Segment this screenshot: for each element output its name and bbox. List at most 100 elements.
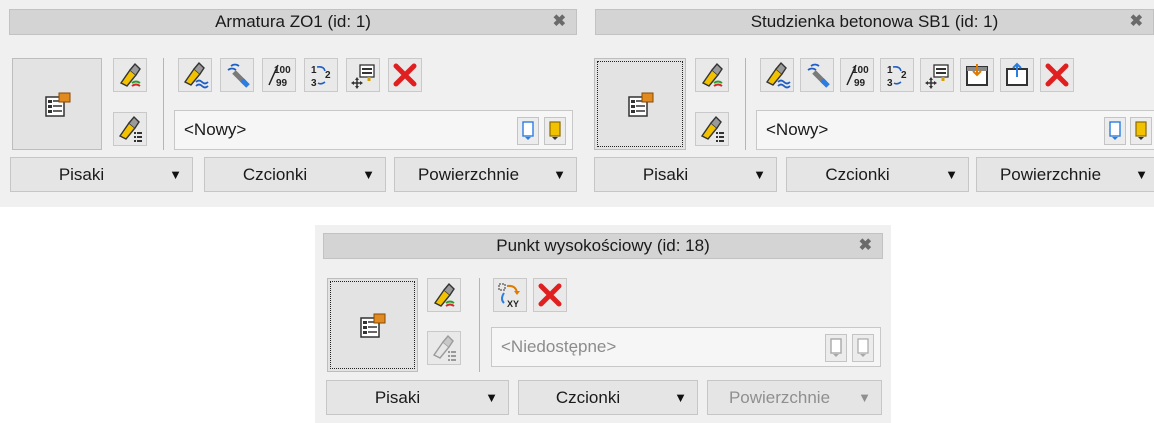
delete-icon (538, 283, 562, 307)
svg-text:1: 1 (311, 65, 317, 76)
save-style-button[interactable] (517, 117, 539, 145)
chevron-down-icon: ▼ (674, 390, 687, 405)
chevron-down-icon: ▼ (169, 167, 182, 182)
panel-title: Studzienka betonowa SB1 (id: 1) (750, 12, 999, 31)
powierzchnie-dropdown[interactable]: Powierzchnie ▼ (394, 157, 577, 192)
svg-text:2: 2 (901, 70, 907, 81)
pisaki-label: Pisaki (58, 165, 105, 184)
toolbar-separator (479, 278, 480, 372)
brush-line-button[interactable] (800, 58, 834, 92)
load-style-icon (857, 338, 869, 357)
chevron-down-icon: ▼ (858, 390, 871, 405)
renumber-button[interactable]: 1 2 3 (304, 58, 338, 92)
style-name-value: <Nowy> (184, 120, 247, 139)
pisaki-dropdown[interactable]: Pisaki ▼ (326, 380, 509, 415)
close-icon[interactable]: ✖ (553, 10, 566, 34)
chevron-down-icon: ▼ (945, 167, 958, 182)
svg-text:2: 2 (325, 70, 331, 81)
brush-list-button[interactable] (113, 112, 147, 146)
style-name-field[interactable]: <Nowy> (756, 110, 1154, 150)
panel-title: Armatura ZO1 (id: 1) (215, 12, 371, 31)
chevron-down-icon: ▼ (1135, 167, 1148, 182)
powierzchnie-label: Powierzchnie (999, 165, 1102, 184)
move-text-icon (351, 64, 375, 89)
properties-icon (628, 92, 654, 117)
object-properties-button[interactable] (594, 58, 686, 150)
chevron-down-icon: ▼ (753, 167, 766, 182)
delete-button[interactable] (1040, 58, 1074, 92)
frame-out-icon (1006, 62, 1028, 86)
delete-button[interactable] (533, 278, 567, 312)
load-style-button[interactable] (1130, 117, 1152, 145)
xy-transform-button[interactable]: XY (493, 278, 527, 312)
brush-list-button[interactable] (427, 331, 461, 365)
toolbar-separator (163, 58, 164, 150)
properties-icon (45, 92, 71, 117)
brush-wave-icon (765, 61, 791, 89)
toolbar-separator (745, 58, 746, 150)
close-icon[interactable]: ✖ (1130, 10, 1143, 34)
czcionki-dropdown[interactable]: Czcionki ▼ (204, 157, 386, 192)
svg-text:XY: XY (507, 299, 519, 309)
properties-panel-armatura: Armatura ZO1 (id: 1) ✖ 100 99 1 2 3 <Now… (0, 0, 586, 207)
frame-in-button[interactable] (960, 58, 994, 92)
object-properties-button[interactable] (327, 278, 418, 372)
brush-line-icon (227, 63, 250, 88)
czcionki-label: Czcionki (825, 165, 890, 184)
brush-line-button[interactable] (220, 58, 254, 92)
brush-list-icon (118, 115, 142, 142)
load-style-button[interactable] (544, 117, 566, 145)
number-format-button[interactable]: 100 99 (262, 58, 296, 92)
move-text-button[interactable] (920, 58, 954, 92)
powierzchnie-label: Powierzchnie (728, 388, 831, 407)
svg-text:3: 3 (887, 78, 893, 89)
brush-list-button[interactable] (695, 112, 729, 146)
number-format-button[interactable]: 100 99 (840, 58, 874, 92)
brush-line-icon (807, 63, 830, 88)
brush-color-icon (119, 62, 141, 87)
renumber-icon: 1 2 3 (887, 65, 907, 89)
move-text-button[interactable] (346, 58, 380, 92)
move-text-icon (925, 64, 949, 89)
close-icon[interactable]: ✖ (859, 234, 872, 258)
save-style-icon (830, 338, 842, 357)
number-format-icon: 100 99 (846, 64, 869, 89)
object-properties-button[interactable] (12, 58, 102, 150)
czcionki-label: Czcionki (242, 165, 308, 184)
delete-button[interactable] (388, 58, 422, 92)
load-style-icon (1135, 121, 1147, 140)
renumber-button[interactable]: 1 2 3 (880, 58, 914, 92)
style-name-value: <Nowy> (766, 120, 829, 139)
brush-wave-button[interactable] (760, 58, 794, 92)
pisaki-dropdown[interactable]: Pisaki ▼ (10, 157, 193, 192)
chevron-down-icon: ▼ (362, 167, 375, 182)
panel-titlebar: Studzienka betonowa SB1 (id: 1) ✖ (595, 9, 1154, 35)
brush-color-button[interactable] (113, 58, 147, 92)
brush-color-icon (433, 282, 455, 307)
svg-text:99: 99 (854, 78, 866, 89)
load-style-icon (549, 121, 561, 140)
czcionki-dropdown[interactable]: Czcionki ▼ (518, 380, 698, 415)
pisaki-dropdown[interactable]: Pisaki ▼ (594, 157, 777, 192)
number-format-icon: 100 99 (268, 64, 291, 89)
brush-color-button[interactable] (427, 278, 461, 312)
brush-color-icon (701, 62, 723, 87)
frame-out-button[interactable] (1000, 58, 1034, 92)
panel-title: Punkt wysokościowy (id: 18) (496, 236, 710, 255)
properties-panel-studzienka: Studzienka betonowa SB1 (id: 1) ✖ 100 99… (586, 0, 1154, 207)
pisaki-label: Pisaki (642, 165, 689, 184)
style-name-field[interactable]: <Nowy> (174, 110, 573, 150)
style-name-value: <Niedostępne> (501, 337, 617, 356)
save-style-icon (522, 121, 534, 140)
brush-list-icon (700, 115, 724, 142)
pisaki-label: Pisaki (374, 388, 421, 407)
powierzchnie-dropdown[interactable]: Powierzchnie ▼ (976, 157, 1154, 192)
save-style-button (825, 334, 847, 362)
panel-titlebar: Armatura ZO1 (id: 1) ✖ (9, 9, 577, 35)
brush-color-button[interactable] (695, 58, 729, 92)
brush-wave-button[interactable] (178, 58, 212, 92)
brush-list-icon (432, 334, 456, 361)
renumber-icon: 1 2 3 (311, 65, 331, 89)
czcionki-dropdown[interactable]: Czcionki ▼ (786, 157, 969, 192)
save-style-button[interactable] (1104, 117, 1126, 145)
